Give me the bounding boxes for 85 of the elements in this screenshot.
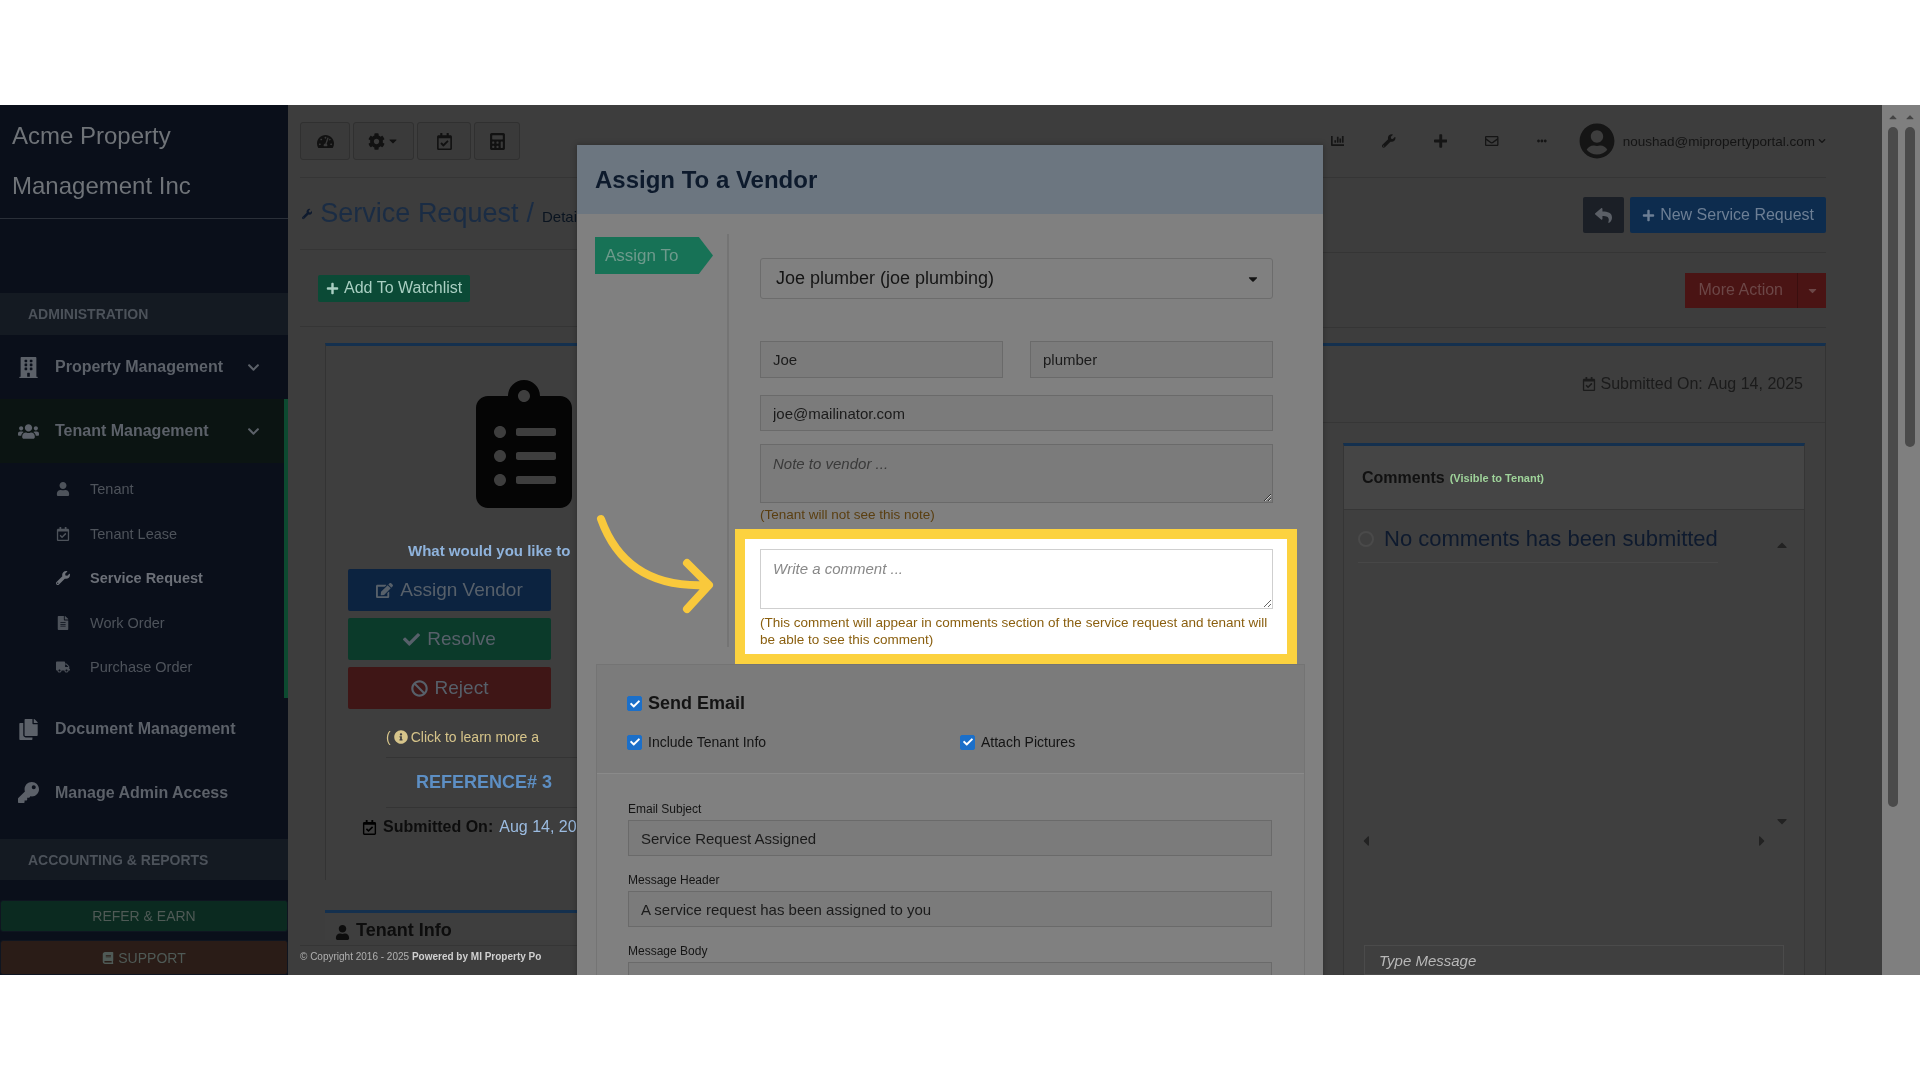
plus-icon <box>326 281 339 295</box>
calendar-button[interactable] <box>417 122 471 160</box>
scrollbar-thumb[interactable] <box>1887 127 1898 807</box>
avatar-icon[interactable] <box>1578 123 1615 159</box>
dialog-title: Assign To a Vendor <box>577 145 1323 214</box>
refer-button[interactable]: REFER & EARN <box>0 900 288 933</box>
calculator-button[interactable] <box>474 122 520 160</box>
option-checkbox[interactable] <box>960 734 975 750</box>
comment-field[interactable]: Write a comment ... <box>760 549 1273 609</box>
brand-name: Management Inc <box>12 171 192 201</box>
settings-icon <box>368 132 385 150</box>
calculator-icon <box>488 132 506 150</box>
action-prompt: What would you like to <box>407 542 571 559</box>
dashboard-button[interactable] <box>300 122 350 160</box>
calendar-icon <box>1581 377 1596 391</box>
submitted-date: Aug 14, 20 <box>499 818 577 836</box>
reject-icon <box>410 679 428 697</box>
reference-number: REFERENCE# 3 <box>415 772 553 793</box>
reject-button[interactable]: Reject <box>348 667 551 709</box>
sidebar-subitem[interactable]: Purchase Order <box>0 645 284 690</box>
sidebar-subitem[interactable]: Service Request <box>0 556 284 601</box>
email-field[interactable]: joe@mailinator.com <box>760 395 1273 431</box>
reply-icon <box>1595 206 1613 224</box>
calendar-icon <box>362 819 377 835</box>
assign-to-tag: Assign To <box>595 237 713 274</box>
field-label: Message Body <box>628 944 709 958</box>
assign-icon <box>376 581 394 599</box>
breadcrumb-separator: / <box>526 198 534 229</box>
gauge-icon <box>316 132 334 150</box>
last-name-field[interactable]: plumber <box>1030 341 1273 378</box>
info-icon <box>393 730 408 744</box>
comment-hint: (This comment will appear in comments section of the service request and tenant will be able to see this comment) <box>760 614 1269 648</box>
sidebar-item-icon <box>56 660 70 675</box>
more-action-dropdown[interactable] <box>1798 272 1826 308</box>
learn-more-paren: ( <box>386 729 391 745</box>
field-label: Message Header <box>628 873 721 887</box>
option-label: Include Tenant Info <box>648 734 767 750</box>
first-name-field[interactable]: Joe <box>760 341 1003 378</box>
sidebar-section-header: ADMINISTRATION <box>0 293 288 336</box>
sidebar-item-icon <box>18 782 39 804</box>
sidebar-subitem[interactable]: Tenant <box>0 467 284 512</box>
resolve-icon <box>403 630 421 648</box>
sidebar-subitem[interactable]: Work Order <box>0 600 284 646</box>
sidebar-item-icon <box>56 571 70 586</box>
sidebar-section-header: ACCOUNTING & REPORTS <box>0 838 288 881</box>
powered-by-link[interactable]: Powered by MI Property Po <box>411 951 542 962</box>
settings-button[interactable] <box>353 122 414 160</box>
calendar-icon <box>435 132 453 150</box>
email-input-field[interactable]: A service request has been assigned to you <box>628 891 1272 927</box>
vendor-select[interactable]: Joe plumber (joe plumbing) <box>760 258 1273 299</box>
chevron-down-icon <box>1817 137 1826 145</box>
note-hint: (Tenant will not see this note) <box>760 506 936 523</box>
book-icon <box>102 951 115 964</box>
user-icon <box>335 925 350 940</box>
email-input-field[interactable]: Service Request Assigned <box>628 820 1272 856</box>
new-service-request-button[interactable]: New Service Request <box>1630 197 1826 233</box>
sidebar-item[interactable]: Manage Admin Access <box>0 761 288 825</box>
send-email-checkbox[interactable] <box>627 696 642 711</box>
back-button[interactable] <box>1583 197 1625 233</box>
note-field[interactable]: Note to vendor ... <box>760 444 1273 503</box>
sidebar-item-icon <box>56 526 70 541</box>
assign-button[interactable]: Assign Vendor <box>348 569 551 611</box>
sidebar-item-icon <box>18 718 39 740</box>
plus-icon <box>1642 208 1656 222</box>
sidebar-item-icon <box>18 356 39 378</box>
copyright-text: © Copyright 2016 - 2025 <box>300 951 410 962</box>
resolve-button[interactable]: Resolve <box>348 618 551 660</box>
brand-name: Acme Property <box>12 121 172 151</box>
field-label: Email Subject <box>628 802 703 816</box>
support-button[interactable]: SUPPORT <box>0 940 288 975</box>
message-field[interactable]: Type Message <box>1364 945 1784 975</box>
option-label: Attach Pictures <box>981 734 1076 750</box>
add-to-watchlist-button[interactable]: Add To Watchlist <box>318 274 471 302</box>
sidebar-item[interactable]: Document Management <box>0 697 288 762</box>
sidebar-subitem[interactable]: Tenant Lease <box>0 511 284 557</box>
option-checkbox[interactable] <box>627 734 642 750</box>
sidebar-item-icon <box>56 615 70 630</box>
sidebar-item[interactable]: Tenant Management <box>0 399 284 464</box>
scrollbar-thumb[interactable] <box>1904 127 1915 447</box>
sidebar-item[interactable]: Property Management <box>0 335 284 400</box>
send-email-label: Send Email <box>648 693 746 714</box>
sidebar-item-icon <box>56 482 70 497</box>
comments-note: (Visible to Tenant) <box>1449 471 1544 484</box>
learn-more-link[interactable]: Click to learn more a <box>410 729 540 745</box>
scrollbar[interactable] <box>1882 105 1920 975</box>
